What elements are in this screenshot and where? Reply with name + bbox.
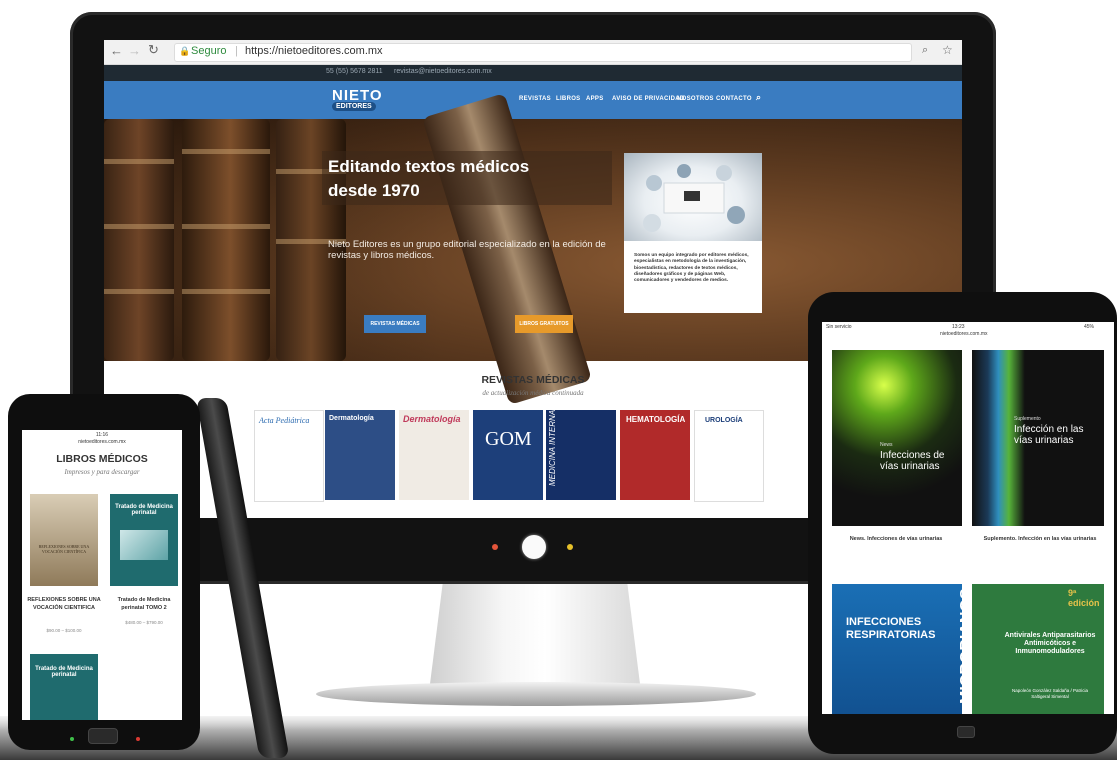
journal-cover-dermatologia-1[interactable]: Dermatología (325, 410, 395, 500)
journal-cover-title: UROLOGÍA (705, 417, 743, 424)
hero-title-line-1: Editando textos médicos (328, 157, 530, 176)
tablet-book-cover-title: INFECCIONES RESPIRATORIAS (846, 616, 936, 641)
tablet-book-cover-title: Antivirales Antiparasitarios Antimicótic… (1004, 632, 1096, 655)
contact-email[interactable]: revistas@nietoeditores.com.mx (394, 68, 492, 75)
about-card: Somos un equipo integrado por editores m… (624, 153, 762, 313)
tablet-home-button[interactable] (957, 726, 975, 738)
top-info-bar: 55 (55) 5678 2811 revistas@nietoeditores… (104, 65, 962, 81)
monitor-power-button[interactable] (522, 535, 546, 559)
about-card-text: Somos un equipo integrado por editores m… (634, 253, 749, 284)
tablet-book-cover-4[interactable]: MICROBIANOS 9ª edición Antivirales Antip… (958, 584, 1104, 714)
team-meeting-image (624, 153, 762, 241)
tablet-status-battery: 45% (1084, 324, 1095, 330)
tablet-status-time: 13:23 (952, 324, 965, 330)
monitor-led-red (492, 544, 498, 550)
phone-book-cover-2[interactable]: Tratado de Medicina perinatal (110, 494, 178, 586)
star-icon[interactable]: ☆ (942, 43, 953, 57)
phone-status-time: 11:16 (95, 432, 109, 438)
tablet-book-cover-2[interactable]: Suplemento Infección en las vías urinari… (972, 350, 1104, 526)
tablet-book-cover-title: Infección en las vías urinarias (1014, 424, 1084, 446)
arrow-right-icon[interactable]: → (128, 43, 141, 58)
journal-cover-title: Dermatología (403, 414, 461, 424)
tablet-book-cover-small: News (880, 442, 893, 448)
journal-cover-dermatologia-2[interactable]: Dermatología (399, 410, 469, 500)
phone-book-cover-image (120, 530, 168, 560)
journal-cover-title: Dermatología (329, 415, 374, 422)
phone-number[interactable]: 55 (55) 5678 2811 (326, 68, 383, 75)
journal-cover-gom[interactable]: GOM (473, 410, 543, 500)
tablet-screen: Sin servicio 13:23 45% nietoeditores.com… (822, 322, 1114, 714)
journal-cover-hematologia[interactable]: HEMATOLOGÍA (620, 410, 690, 500)
arrow-left-icon[interactable]: ← (110, 43, 123, 58)
phone-book-cover-text: Tratado de Medicina perinatal (35, 666, 93, 678)
tablet-book-caption-1[interactable]: News. Infecciones de vías urinarias (826, 536, 966, 542)
reload-icon[interactable]: ↻ (148, 42, 159, 58)
tablet-book-cover-3[interactable]: INFECCIONES RESPIRATORIAS (832, 584, 962, 714)
hero-book-1 (104, 119, 174, 361)
libros-button[interactable]: LIBROS GRATUITOS (515, 315, 573, 333)
monitor-led-yellow (567, 544, 573, 550)
hero-title-line-2: desde 1970 (328, 181, 420, 200)
nav-nosotros[interactable]: NOSOTROS (677, 96, 714, 102)
journal-cover-acta[interactable]: Acta Pediátrica (254, 410, 324, 502)
phone-book-price-2: $480.00 – $790.00 (125, 620, 163, 625)
team-meeting-illustration (643, 164, 745, 232)
tablet-book-cover-small: Suplemento (1014, 416, 1041, 422)
phone-book-cover-1[interactable]: REFLEXIONES SOBRE UNA VOCACIÓN CIENTÍFIC… (30, 494, 98, 586)
nav-apps[interactable]: APPS (586, 96, 604, 102)
zoom-icon[interactable]: ⌕ (922, 44, 928, 57)
secure-label: Seguro (191, 45, 227, 57)
hero-book-2 (182, 119, 270, 361)
journal-cover-title: GOM (485, 428, 532, 450)
phone-status-url: nietoeditores.com.mx (78, 439, 126, 445)
journal-cover-title: HEMATOLOGÍA (626, 415, 686, 424)
tablet-book-cover-edition: 9ª edición (1068, 588, 1100, 608)
lock-icon: 🔒 (179, 46, 191, 56)
url-divider: | (235, 45, 238, 57)
tablet-book-cover-1[interactable]: News Infecciones de vías urinarias (832, 350, 962, 526)
journal-cover-urologia[interactable]: UROLOGÍA (694, 410, 764, 502)
search-icon[interactable]: ⌕ (756, 92, 761, 103)
journal-cover-title: Acta Pediátrica (259, 416, 310, 425)
phone-home-button[interactable] (88, 728, 118, 744)
phone-screen: 11:16 nietoeditores.com.mx LIBROS MÉDICO… (22, 430, 182, 720)
nav-contacto[interactable]: CONTACTO (716, 96, 752, 102)
tablet-book-cover-title: Infecciones de vías urinarias (880, 450, 945, 472)
main-navbar: NIETO EDITORES REVISTAS LIBROS APPS AVIS… (104, 81, 962, 119)
phone-book-cover-3[interactable]: Tratado de Medicina perinatal (30, 654, 98, 720)
nav-revistas[interactable]: REVISTAS (519, 96, 551, 102)
revistas-button[interactable]: REVISTAS MÉDICAS (364, 315, 426, 333)
journal-cover-medicina-interna[interactable]: MEDICINA INTERNA (546, 410, 616, 500)
browser-toolbar: ← → ↻ 🔒 Seguro | https://nietoeditores.c… (104, 40, 962, 65)
hero-description: Nieto Editores es un grupo editorial esp… (328, 239, 606, 261)
phone-led-green (70, 737, 74, 741)
monitor-stand-neck (430, 584, 640, 684)
phone-book-caption-2[interactable]: Tratado de Medicina perinatal TOMO 2 (106, 596, 182, 612)
phone-page-subtitle: Impresos y para descargar (64, 468, 140, 476)
phone-book-cover-text: REFLEXIONES SOBRE UNA VOCACIÓN CIENTÍFIC… (38, 544, 90, 554)
phone-page-title: LIBROS MÉDICOS (56, 453, 148, 465)
phone-book-caption-1[interactable]: REFLEXIONES SOBRE UNA VOCACIÓN CIENTIFIC… (26, 596, 102, 612)
phone-book-cover-text: Tratado de Medicina perinatal (115, 504, 173, 516)
tablet-status-carrier: Sin servicio (826, 324, 852, 330)
logo-badge[interactable]: EDITORES (332, 102, 376, 111)
phone-led-red (136, 737, 140, 741)
tablet-status-url: nietoeditores.com.mx (940, 331, 988, 337)
url-text: https://nietoeditores.com.mx (245, 45, 383, 57)
monitor-stand-base (316, 682, 756, 706)
tablet-book-cover-authors: Napoleón González Saldaña / Patricia Sal… (1011, 688, 1089, 699)
nav-libros[interactable]: LIBROS (556, 96, 580, 102)
address-bar[interactable]: 🔒 Seguro | https://nietoeditores.com.mx (174, 43, 912, 62)
tablet-book-caption-2[interactable]: Suplemento. Infección en las vías urinar… (968, 536, 1112, 542)
hero-title: Editando textos médicos desde 1970 (328, 155, 628, 203)
phone-book-price-1: $90.00 – $100.00 (46, 628, 82, 633)
nav-aviso[interactable]: AVISO DE PRIVACIDAD (612, 96, 685, 102)
tablet-book-cover-side: MICROBIANOS (958, 588, 975, 704)
journal-cover-title: MEDICINA INTERNA (548, 410, 557, 486)
